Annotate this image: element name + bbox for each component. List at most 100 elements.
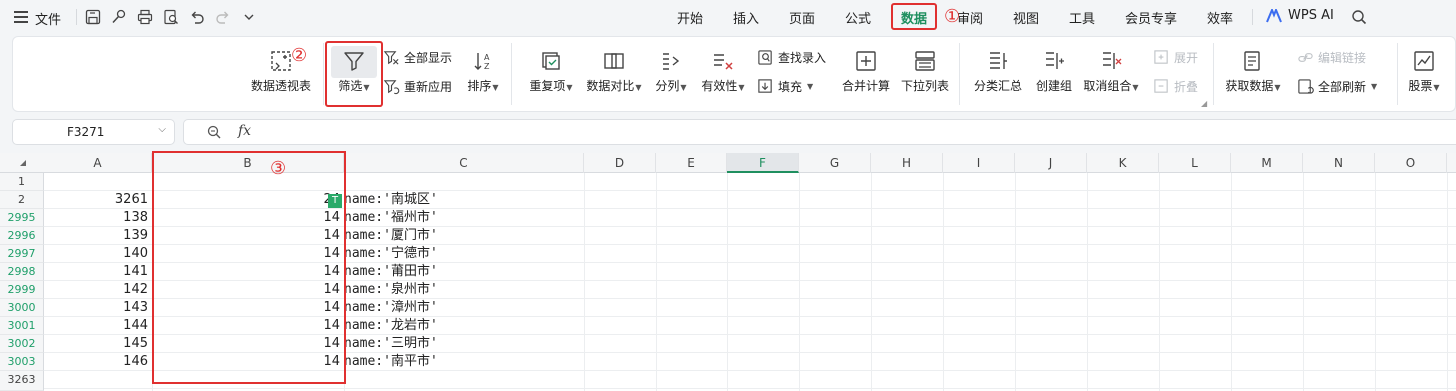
column-header-a[interactable]: A <box>44 153 152 173</box>
cell-a[interactable]: 141 <box>44 263 148 281</box>
column-header-d[interactable]: D <box>584 153 656 173</box>
row-header[interactable]: 3000 <box>0 299 44 317</box>
cell-a[interactable]: 139 <box>44 227 148 245</box>
tab-efficiency[interactable]: 效率 <box>1207 8 1233 27</box>
save-icon[interactable] <box>84 8 102 26</box>
undo-icon[interactable] <box>188 8 206 26</box>
column-header-e[interactable]: E <box>656 153 727 173</box>
tab-home[interactable]: 开始 <box>677 8 703 27</box>
consolidate-button[interactable]: 合并计算 <box>837 49 895 94</box>
column-header-o[interactable]: O <box>1375 153 1447 173</box>
name-box[interactable]: F3271 ⌵ <box>12 119 175 145</box>
chevron-down-icon[interactable]: ⌵ <box>158 124 166 135</box>
column-header-m[interactable]: M <box>1231 153 1303 173</box>
show-all-icon <box>383 51 399 65</box>
tab-review[interactable]: 审阅 <box>957 8 983 27</box>
find-entry-button[interactable]: 查找录入 <box>757 49 826 66</box>
select-all-corner[interactable] <box>0 153 44 173</box>
cell-a[interactable]: 142 <box>44 281 148 299</box>
column-header-j[interactable]: J <box>1015 153 1087 173</box>
cell-c[interactable]: name:'南平市' <box>344 353 584 371</box>
expand-icon <box>1154 50 1168 64</box>
fx-icon[interactable]: fx <box>238 123 251 139</box>
subtotal-button[interactable]: 分类汇总 <box>969 49 1027 94</box>
column-header-f[interactable]: F <box>727 153 799 173</box>
collapse-button[interactable]: 折叠 <box>1153 78 1198 95</box>
formula-bar[interactable]: fx <box>183 119 1456 145</box>
sort-button[interactable]: AZ 排序▼ <box>461 49 505 94</box>
cell-a[interactable]: 143 <box>44 299 148 317</box>
duplicates-button[interactable]: 重复项▼ <box>521 49 581 94</box>
column-header-n[interactable]: N <box>1303 153 1375 173</box>
validation-button[interactable]: 有效性▼ <box>697 49 749 94</box>
row-header[interactable]: 2995 <box>0 209 44 227</box>
column-header-k[interactable]: K <box>1087 153 1159 173</box>
tab-view[interactable]: 视图 <box>1013 8 1039 27</box>
cell-c[interactable]: name:'泉州市' <box>344 281 584 299</box>
cell-a[interactable]: 3261 <box>44 191 148 209</box>
get-data-button[interactable]: 获取数据▼ <box>1221 49 1285 94</box>
stocks-button[interactable]: 股票▼ <box>1403 49 1445 94</box>
tab-tools[interactable]: 工具 <box>1069 8 1095 27</box>
row-header[interactable]: 2997 <box>0 245 44 263</box>
row-header[interactable]: 3263 <box>0 371 44 391</box>
row-header[interactable]: 2999 <box>0 281 44 299</box>
cell-c[interactable]: name:'宁德市' <box>344 245 584 263</box>
cell-a[interactable]: 146 <box>44 353 148 371</box>
cell-a[interactable]: 144 <box>44 317 148 335</box>
hamburger-menu-icon[interactable] <box>14 11 28 23</box>
chevron-down-icon: ▼ <box>738 83 745 92</box>
row-header[interactable]: 2 <box>0 191 44 209</box>
create-group-button[interactable]: 创建组 <box>1031 49 1077 94</box>
pivot-table-label: 数据透视表 <box>250 79 311 93</box>
split-columns-button[interactable]: 分列▼ <box>651 49 691 94</box>
column-header-g[interactable]: G <box>799 153 871 173</box>
print-preview-icon[interactable] <box>162 8 180 26</box>
refresh-all-button[interactable]: 全部刷新 ▼ <box>1297 78 1377 95</box>
ungroup-button[interactable]: 取消组合▼ <box>1079 49 1143 94</box>
row-header[interactable]: 1 <box>0 173 44 191</box>
show-all-button[interactable]: 全部显示 <box>383 49 452 66</box>
cell-a[interactable]: 138 <box>44 209 148 227</box>
tab-member[interactable]: 会员专享 <box>1125 8 1177 27</box>
column-header-h[interactable]: H <box>871 153 943 173</box>
cell-c[interactable]: name:'龙岩市' <box>344 317 584 335</box>
chevron-down-icon[interactable] <box>240 8 258 26</box>
row-header[interactable]: 3002 <box>0 335 44 353</box>
row-header[interactable]: 3001 <box>0 317 44 335</box>
cell-c[interactable]: name:'南城区' <box>344 191 584 209</box>
file-menu[interactable]: 文件 <box>35 9 61 28</box>
tab-page[interactable]: 页面 <box>789 8 815 27</box>
cell-c[interactable]: name:'漳州市' <box>344 299 584 317</box>
data-compare-button[interactable]: 数据对比▼ <box>583 49 645 94</box>
stocks-label: 股票 <box>1408 79 1433 93</box>
tab-formula[interactable]: 公式 <box>845 8 871 27</box>
row-header[interactable]: 2998 <box>0 263 44 281</box>
cell-c[interactable]: name:'三明市' <box>344 335 584 353</box>
cell-a[interactable]: 140 <box>44 245 148 263</box>
cell-c[interactable]: name:'福州市' <box>344 209 584 227</box>
print-icon[interactable] <box>136 8 154 26</box>
column-header-c[interactable]: C <box>344 153 584 173</box>
dialog-launcher-icon[interactable]: ◢ <box>1201 99 1207 108</box>
fill-button[interactable]: 填充 ▼ <box>757 78 813 95</box>
reapply-button[interactable]: 重新应用 <box>383 78 452 95</box>
cell-c[interactable]: name:'厦门市' <box>344 227 584 245</box>
wps-ai-button[interactable]: WPS AI <box>1266 8 1334 23</box>
row-header[interactable]: 2996 <box>0 227 44 245</box>
tab-insert[interactable]: 插入 <box>733 8 759 27</box>
cell-a[interactable]: 145 <box>44 335 148 353</box>
cell-c[interactable]: name:'莆田市' <box>344 263 584 281</box>
column-header-l[interactable]: L <box>1159 153 1231 173</box>
find-entry-label: 查找录入 <box>778 51 827 65</box>
format-painter-icon[interactable] <box>110 8 128 26</box>
edit-links-button[interactable]: 编辑链接 <box>1297 49 1366 66</box>
row-header[interactable]: 3003 <box>0 353 44 371</box>
dropdown-list-button[interactable]: 下拉列表 <box>897 49 953 94</box>
zoom-icon[interactable] <box>206 124 222 140</box>
expand-button[interactable]: 展开 <box>1153 49 1198 66</box>
collapse-label: 折叠 <box>1174 80 1199 94</box>
search-icon[interactable] <box>1350 8 1368 26</box>
column-header-i[interactable]: I <box>943 153 1015 173</box>
redo-icon[interactable] <box>214 8 232 26</box>
